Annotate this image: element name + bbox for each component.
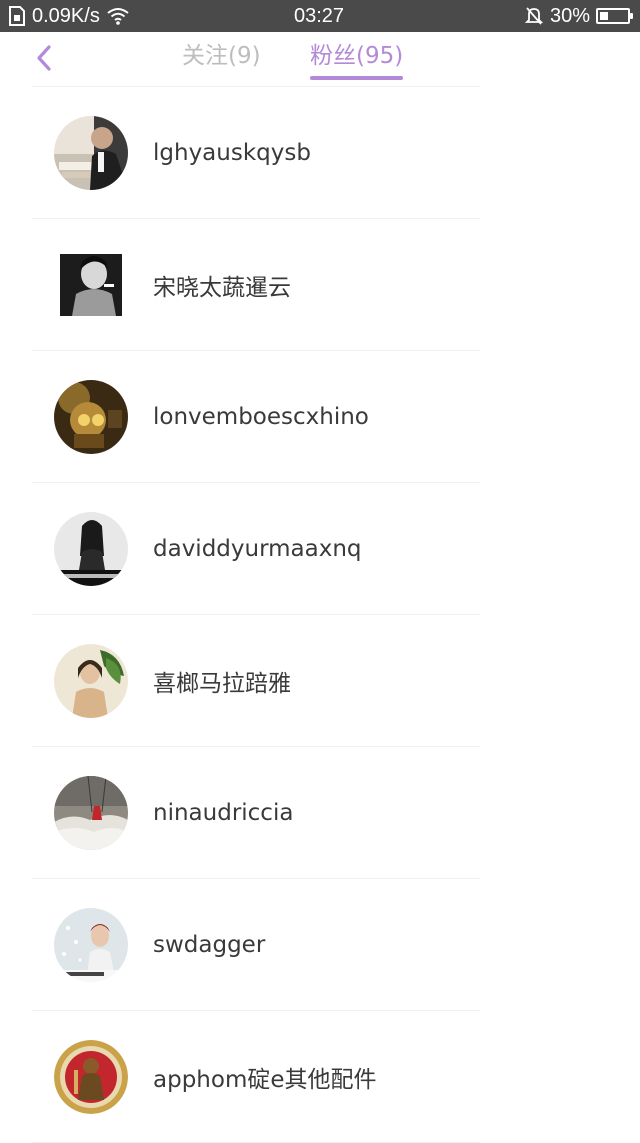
chevron-left-icon <box>37 45 51 71</box>
avatar[interactable] <box>54 907 128 982</box>
username[interactable]: lghyauskqysb <box>153 140 311 166</box>
list-item[interactable]: apphom碇e其他配件 <box>0 1011 640 1142</box>
avatar[interactable] <box>54 1039 128 1114</box>
list-item[interactable]: lghyauskqysb <box>0 87 640 218</box>
header: 关注(9) 粉丝(95) <box>0 32 640 86</box>
active-tab-indicator <box>310 76 404 80</box>
mute-bell-icon <box>524 6 544 26</box>
tab-followers-label: 粉丝(95) <box>310 43 404 69</box>
list-item[interactable]: ninaudriccia <box>0 747 640 878</box>
status-right: 30% <box>400 5 640 28</box>
tab-following-label: 关注(9) <box>182 43 261 69</box>
tab-following[interactable]: 关注(9) <box>182 40 261 76</box>
username[interactable]: lonvemboescxhino <box>153 404 369 430</box>
username[interactable]: daviddyurmaaxnq <box>153 536 362 562</box>
status-left: 0.09K/s <box>0 5 238 28</box>
username[interactable]: apphom碇e其他配件 <box>153 1060 377 1094</box>
sim-card-icon <box>8 6 26 26</box>
list-item[interactable]: lonvemboescxhino <box>0 351 640 482</box>
clock: 03:27 <box>293 4 345 27</box>
avatar[interactable] <box>54 643 128 718</box>
username[interactable]: 喜榔马拉踣雅 <box>153 664 291 698</box>
tab-followers[interactable]: 粉丝(95) <box>310 40 404 80</box>
username[interactable]: 宋晓太蔬暹云 <box>153 268 291 302</box>
back-button[interactable] <box>26 40 62 76</box>
wifi-icon <box>106 7 130 25</box>
network-speed: 0.09K/s <box>32 4 100 27</box>
battery-percent: 30% <box>549 4 590 27</box>
battery-fill <box>600 12 608 20</box>
avatar[interactable] <box>54 511 128 586</box>
list-item[interactable]: swdagger <box>0 879 640 1010</box>
list-item[interactable]: 喜榔马拉踣雅 <box>0 615 640 746</box>
list-item[interactable]: 宋晓太蔬暹云 <box>0 219 640 350</box>
avatar[interactable] <box>54 247 128 322</box>
followers-list: lghyauskqysb 宋晓太蔬暹云 lonvemboescxhino dav… <box>0 86 640 1143</box>
username[interactable]: ninaudriccia <box>153 800 293 826</box>
battery-icon <box>596 8 633 24</box>
avatar[interactable] <box>54 775 128 850</box>
avatar[interactable] <box>54 115 128 190</box>
status-bar: 0.09K/s 03:27 30% <box>0 0 640 32</box>
username[interactable]: swdagger <box>153 932 265 958</box>
avatar[interactable] <box>54 379 128 454</box>
list-item[interactable]: daviddyurmaaxnq <box>0 483 640 614</box>
